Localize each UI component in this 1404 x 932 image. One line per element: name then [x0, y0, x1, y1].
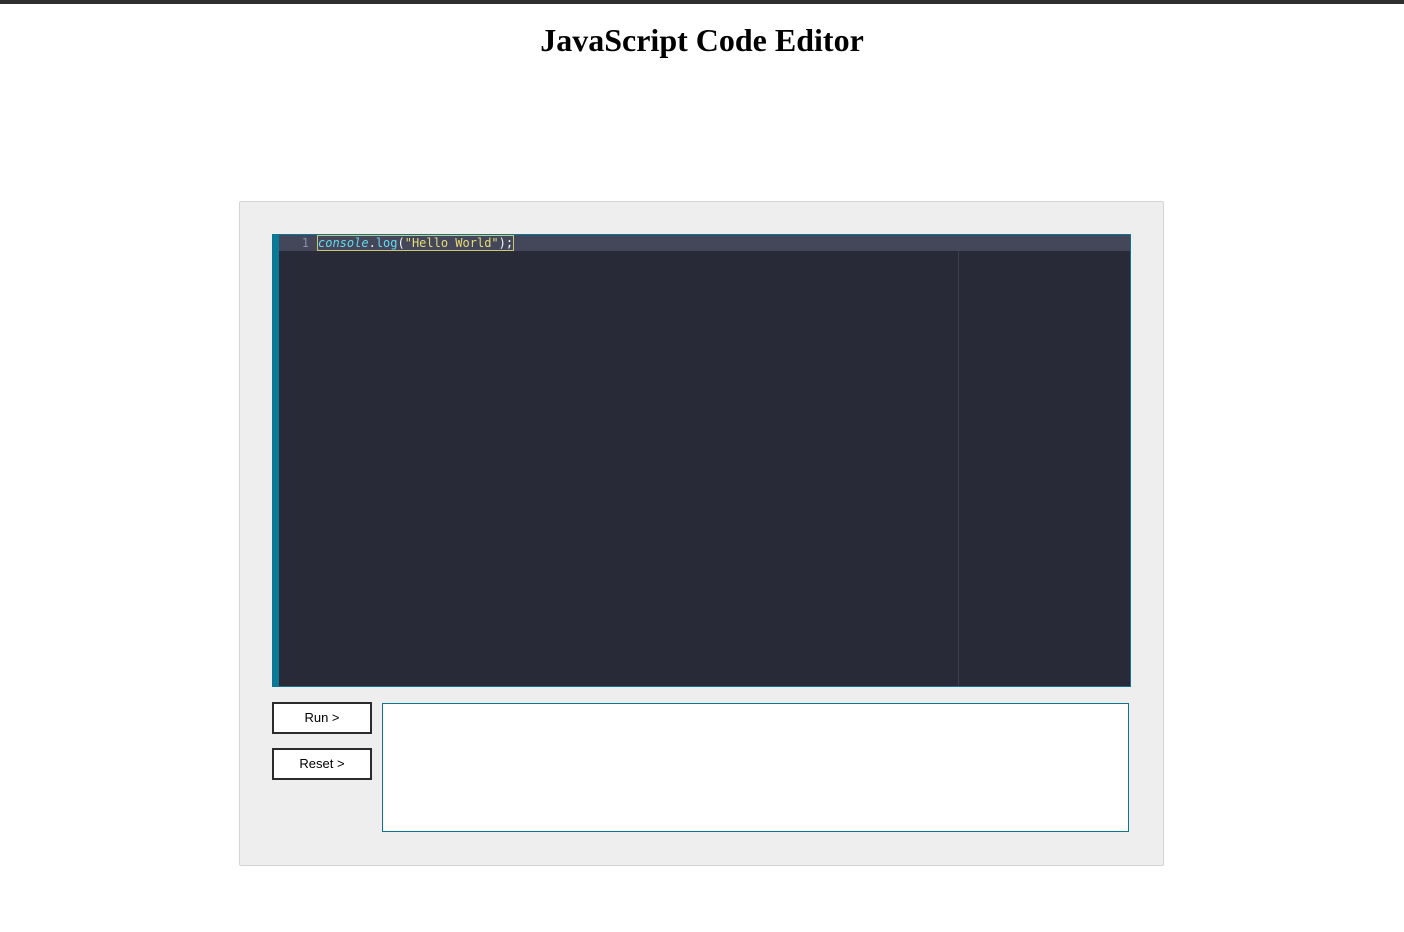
- run-button[interactable]: Run >: [272, 702, 372, 734]
- code-token-method: log: [375, 236, 398, 250]
- reset-button[interactable]: Reset >: [272, 748, 372, 780]
- code-token-string: "Hello World": [404, 236, 499, 250]
- page-title: JavaScript Code Editor: [540, 22, 864, 58]
- code-token-object: console: [318, 236, 369, 250]
- line-number: 1: [301, 236, 309, 250]
- output-console: [382, 703, 1129, 832]
- code-token-close: );: [498, 236, 514, 250]
- code-editor[interactable]: 1 console.log("Hello World");: [272, 234, 1131, 687]
- editor-panel: 1 console.log("Hello World"); Run > Rese…: [239, 201, 1164, 866]
- print-margin: [958, 251, 959, 686]
- editor-accent-bar: [273, 235, 279, 686]
- top-bar: [0, 0, 1404, 4]
- code-token-dot: .: [368, 236, 376, 250]
- code-token-open-paren: (: [397, 236, 405, 250]
- code-line[interactable]: console.log("Hello World");: [317, 235, 515, 251]
